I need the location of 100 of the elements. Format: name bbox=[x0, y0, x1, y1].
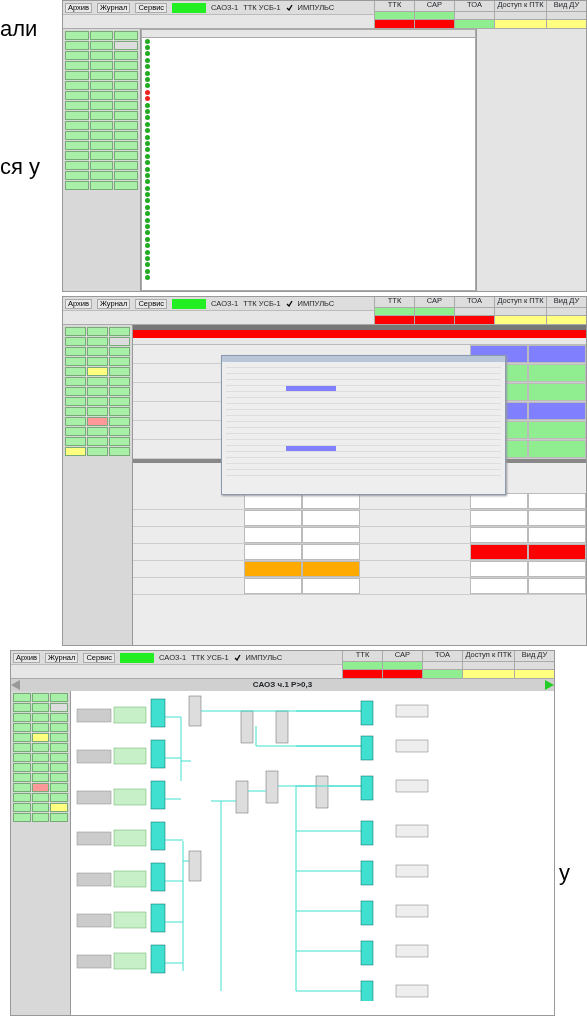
panel-button[interactable] bbox=[65, 151, 89, 160]
panel-button[interactable] bbox=[87, 417, 108, 426]
panel-button[interactable] bbox=[109, 387, 130, 396]
panel-button[interactable] bbox=[31, 783, 50, 792]
panel-button[interactable] bbox=[31, 693, 50, 702]
panel-button[interactable] bbox=[87, 397, 108, 406]
panel-button[interactable] bbox=[13, 783, 31, 792]
panel-button[interactable] bbox=[89, 131, 114, 140]
panel-button[interactable] bbox=[109, 437, 130, 446]
panel-button[interactable] bbox=[31, 793, 50, 802]
panel-button[interactable] bbox=[50, 773, 68, 782]
panel-button[interactable] bbox=[65, 437, 86, 446]
panel-button[interactable] bbox=[65, 141, 89, 150]
panel-button[interactable] bbox=[31, 763, 50, 772]
panel-button[interactable] bbox=[87, 427, 108, 436]
panel-button[interactable] bbox=[50, 803, 68, 812]
panel-button[interactable] bbox=[114, 181, 138, 190]
panel-button[interactable] bbox=[50, 743, 68, 752]
panel-button[interactable] bbox=[109, 347, 130, 356]
panel-button[interactable] bbox=[50, 753, 68, 762]
panel-button[interactable] bbox=[87, 367, 108, 376]
panel-button[interactable] bbox=[50, 793, 68, 802]
panel-button[interactable] bbox=[31, 753, 50, 762]
panel-button[interactable] bbox=[13, 753, 31, 762]
panel-button[interactable] bbox=[65, 61, 89, 70]
panel-button[interactable] bbox=[87, 377, 108, 386]
panel-button[interactable] bbox=[50, 813, 68, 822]
panel-button[interactable] bbox=[65, 327, 86, 336]
panel-button[interactable] bbox=[65, 81, 89, 90]
panel-button[interactable] bbox=[114, 61, 138, 70]
panel-button[interactable] bbox=[13, 693, 31, 702]
panel-button[interactable] bbox=[89, 111, 114, 120]
panel-button[interactable] bbox=[109, 337, 130, 346]
panel-button[interactable] bbox=[50, 723, 68, 732]
panel-button[interactable] bbox=[65, 397, 86, 406]
panel-button[interactable] bbox=[87, 327, 108, 336]
panel-button[interactable] bbox=[114, 81, 138, 90]
panel-button[interactable] bbox=[50, 703, 68, 712]
panel-button[interactable] bbox=[114, 101, 138, 110]
panel-button[interactable] bbox=[89, 91, 114, 100]
panel-button[interactable] bbox=[109, 447, 130, 456]
panel-button[interactable] bbox=[109, 357, 130, 366]
panel-button[interactable] bbox=[50, 713, 68, 722]
panel-button[interactable] bbox=[65, 377, 86, 386]
panel-button[interactable] bbox=[13, 743, 31, 752]
panel-button[interactable] bbox=[13, 763, 31, 772]
panel-button[interactable] bbox=[89, 81, 114, 90]
panel-button[interactable] bbox=[65, 161, 89, 170]
panel-button[interactable] bbox=[50, 783, 68, 792]
panel-button[interactable] bbox=[114, 111, 138, 120]
panel-button[interactable] bbox=[65, 31, 89, 40]
panel-button[interactable] bbox=[65, 121, 89, 130]
panel-button[interactable] bbox=[31, 733, 50, 742]
panel-button[interactable] bbox=[109, 377, 130, 386]
panel-button[interactable] bbox=[114, 41, 138, 50]
panel-button[interactable] bbox=[89, 51, 114, 60]
panel-button[interactable] bbox=[65, 51, 89, 60]
panel-button[interactable] bbox=[114, 161, 138, 170]
panel-button[interactable] bbox=[87, 447, 108, 456]
panel-button[interactable] bbox=[89, 181, 114, 190]
panel-button[interactable] bbox=[89, 141, 114, 150]
panel-button[interactable] bbox=[13, 723, 31, 732]
panel-button[interactable] bbox=[87, 437, 108, 446]
panel-button[interactable] bbox=[109, 367, 130, 376]
panel-button[interactable] bbox=[65, 447, 86, 456]
panel-button[interactable] bbox=[50, 733, 68, 742]
panel-button[interactable] bbox=[89, 71, 114, 80]
panel-button[interactable] bbox=[13, 793, 31, 802]
panel-button[interactable] bbox=[65, 171, 89, 180]
panel-button[interactable] bbox=[114, 131, 138, 140]
panel-button[interactable] bbox=[65, 427, 86, 436]
panel-button[interactable] bbox=[50, 763, 68, 772]
panel-button[interactable] bbox=[65, 71, 89, 80]
panel-button[interactable] bbox=[31, 713, 50, 722]
panel-button[interactable] bbox=[114, 91, 138, 100]
panel-button[interactable] bbox=[31, 723, 50, 732]
panel-button[interactable] bbox=[13, 813, 31, 822]
panel-button[interactable] bbox=[65, 417, 86, 426]
panel-button[interactable] bbox=[89, 31, 114, 40]
panel-button[interactable] bbox=[65, 181, 89, 190]
panel-button[interactable] bbox=[114, 121, 138, 130]
panel-button[interactable] bbox=[87, 357, 108, 366]
panel-button[interactable] bbox=[114, 51, 138, 60]
panel-button[interactable] bbox=[13, 773, 31, 782]
panel-button[interactable] bbox=[13, 803, 31, 812]
panel-button[interactable] bbox=[114, 141, 138, 150]
panel-button[interactable] bbox=[13, 733, 31, 742]
panel-button[interactable] bbox=[65, 367, 86, 376]
panel-button[interactable] bbox=[31, 813, 50, 822]
panel-button[interactable] bbox=[87, 387, 108, 396]
panel-button[interactable] bbox=[89, 101, 114, 110]
panel-button[interactable] bbox=[109, 407, 130, 416]
panel-button[interactable] bbox=[31, 703, 50, 712]
panel-button[interactable] bbox=[65, 357, 86, 366]
panel-button[interactable] bbox=[65, 91, 89, 100]
panel-button[interactable] bbox=[89, 161, 114, 170]
panel-button[interactable] bbox=[87, 407, 108, 416]
panel-button[interactable] bbox=[89, 151, 114, 160]
panel-button[interactable] bbox=[65, 347, 86, 356]
panel-button[interactable] bbox=[87, 337, 108, 346]
